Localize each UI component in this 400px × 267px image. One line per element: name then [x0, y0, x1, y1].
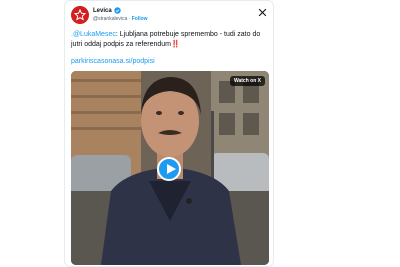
tweet-header: Levica @strankalevica · Follow — [71, 6, 269, 28]
avatar[interactable] — [71, 6, 89, 24]
account-name[interactable]: Levica — [93, 8, 112, 14]
handle-row: @strankalevica · Follow — [93, 16, 148, 22]
account-name-row[interactable]: Levica — [93, 7, 122, 14]
separator-dot: · — [128, 16, 131, 22]
tweet-text: .@LukaMesec: Ljubljana potrebuje spremem… — [71, 30, 269, 49]
account-handle[interactable]: @strankalevica — [93, 16, 127, 22]
verified-badge-icon — [114, 7, 122, 14]
star-icon — [74, 9, 86, 21]
double-exclamation-icon: ‼️ — [171, 40, 180, 48]
tweet-card: Levica @strankalevica · Follow .@LukaMes… — [64, 0, 274, 267]
x-logo-icon[interactable] — [258, 8, 267, 17]
video-player[interactable]: Watch on X — [71, 71, 269, 265]
watch-on-x-button[interactable]: Watch on X — [229, 76, 265, 86]
play-button[interactable] — [157, 157, 181, 181]
play-icon — [167, 164, 176, 174]
mention-link[interactable]: .@LukaMesec — [71, 31, 116, 38]
tweet-link[interactable]: parkiriscasonasa.si/podpisi — [71, 58, 155, 65]
follow-button[interactable]: Follow — [132, 16, 148, 22]
